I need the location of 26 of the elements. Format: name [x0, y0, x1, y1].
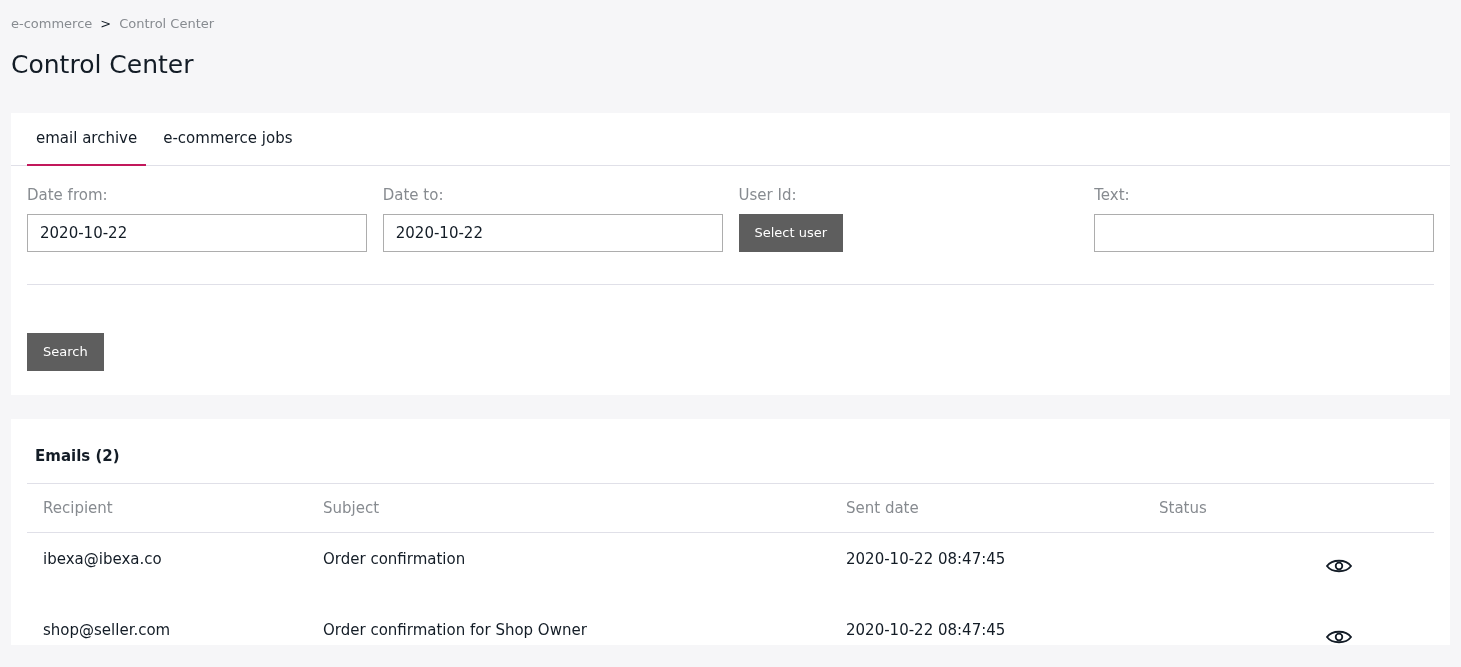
- field-label: Date to:: [382, 184, 445, 206]
- table-cell: shop@seller.com: [43, 621, 171, 639]
- table-cell: ibexa@ibexa.co: [43, 550, 162, 568]
- column-header: Status: [1159, 498, 1207, 517]
- tab[interactable]: email archive: [27, 112, 147, 166]
- input-field[interactable]: 2020-10-22: [27, 213, 367, 252]
- field-label: User Id:: [738, 184, 798, 206]
- field-label: Text:: [1094, 184, 1131, 206]
- column-header: Subject: [323, 498, 380, 517]
- column-header: Recipient: [43, 498, 113, 517]
- field-label: Date from:: [27, 184, 109, 206]
- table-cell: 2020-10-22 08:47:45: [846, 550, 1006, 568]
- breadcrumb-separator: >: [100, 15, 112, 33]
- page-title: Control Center: [11, 48, 195, 81]
- column-header: Sent date: [846, 498, 919, 517]
- input-field[interactable]: [1094, 213, 1434, 252]
- view-icon[interactable]: [1325, 629, 1352, 645]
- search-button[interactable]: Search: [27, 332, 104, 371]
- table-cell: Order confirmation: [323, 550, 466, 568]
- input-field[interactable]: 2020-10-22: [382, 213, 723, 252]
- tab[interactable]: e-commerce jobs: [154, 112, 302, 166]
- select-user-button[interactable]: Select user: [738, 213, 844, 252]
- table-cell: 2020-10-22 08:47:45: [846, 621, 1006, 639]
- table-cell: Order confirmation for Shop Owner: [323, 621, 587, 639]
- view-icon[interactable]: [1325, 558, 1352, 574]
- emails-heading: Emails (2): [27, 444, 1434, 484]
